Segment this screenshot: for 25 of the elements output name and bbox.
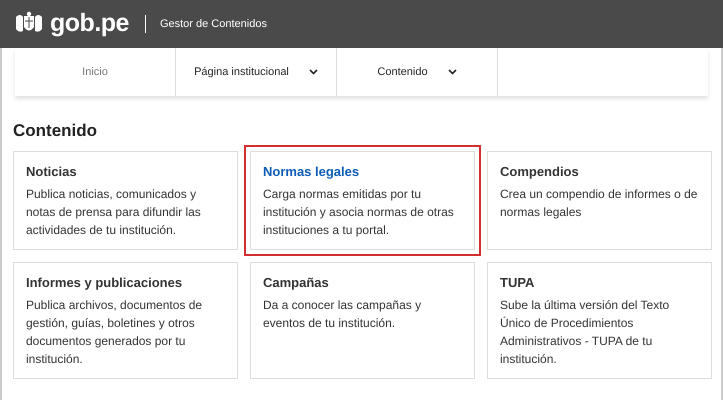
card-description: Publica noticias, comunicados y notas de prensa para difundir las actividades de tu institución.: [26, 186, 202, 239]
content-card[interactable]: TUPA Sube la última versión del Texto Único de Procedimientos Administrativos - TUPA de tu institución.: [487, 262, 712, 379]
app-subtitle: Gestor de Contenidos: [160, 16, 267, 32]
section-heading: Contenido: [13, 120, 98, 142]
card-title: Normas legales: [263, 163, 360, 181]
nav-tab[interactable]: Inicio: [15, 48, 176, 96]
chevron-down-icon: [308, 69, 318, 75]
card-title: TUPA: [500, 274, 536, 292]
card-description: Carga normas emitidas por tu institución y asocia normas de otras instituciones a tu portal.: [263, 186, 455, 239]
card-description: Crea un compendio de informes o de normas legales: [500, 186, 698, 221]
card-title: Compendios: [500, 163, 580, 181]
nav-tab[interactable]: Página institucional: [176, 48, 337, 96]
chevron-down-icon: [448, 69, 457, 75]
logo-text: gob.pe: [50, 8, 129, 40]
content-card[interactable]: Informes y publicaciones Publica archivos, documentos de gestión, guías, boletines y otros documentos generados por tu institución.: [13, 262, 238, 379]
card-description: Sube la última versión del Texto Único de Procedimientos Administrativos - TUPA de tu institución.: [500, 297, 670, 368]
content-card[interactable]: Noticias Publica noticias, comunicados y notas de prensa para difundir las actividades de tu institución.: [13, 151, 238, 250]
card-title: Noticias: [26, 163, 78, 181]
content-card[interactable]: Compendios Crea un compendio de informes o de normas legales: [487, 151, 712, 250]
nav-tab[interactable]: Contenido: [337, 48, 498, 96]
card-title: Informes y publicaciones: [26, 274, 184, 292]
card-title: Campañas: [263, 274, 330, 292]
content-card[interactable]: Campañas Da a conocer las campañas y eventos de tu institución.: [250, 262, 475, 379]
card-description: Publica archivos, documentos de gestión, guías, boletines y otros documentos generados por tu institución.: [26, 297, 204, 368]
card-description: Da a conocer las campañas y eventos de tu institución.: [263, 297, 422, 332]
